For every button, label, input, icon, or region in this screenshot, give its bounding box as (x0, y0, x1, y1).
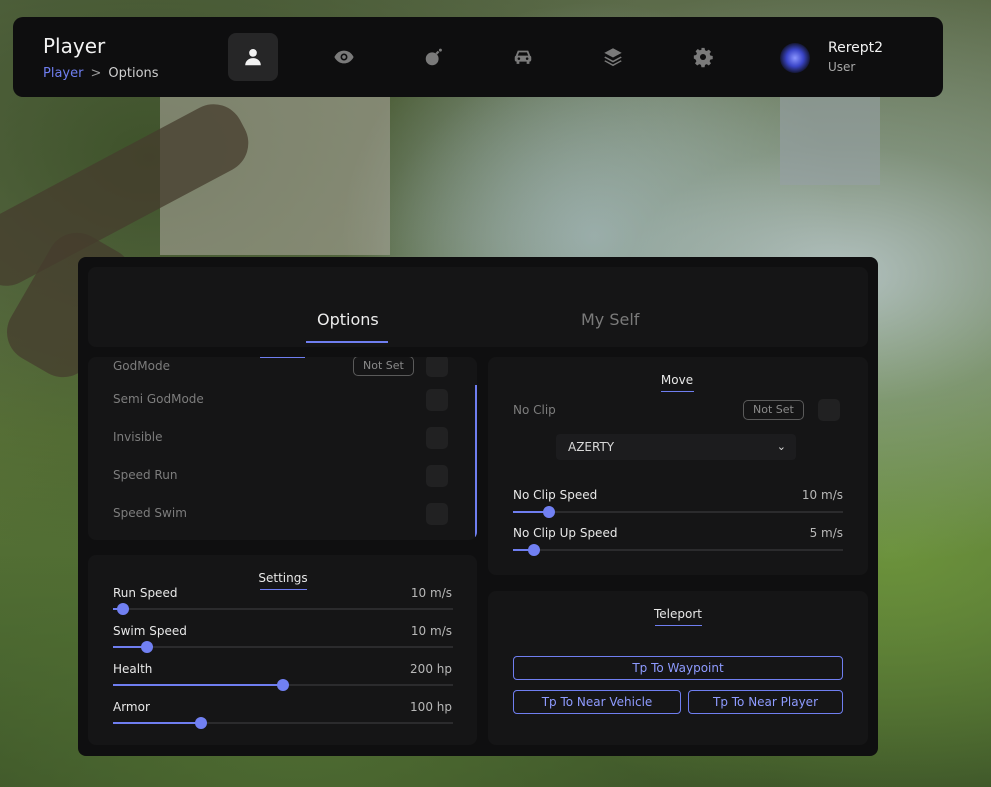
nav-player-button[interactable] (228, 33, 278, 81)
semi-godmode-label: Semi GodMode (113, 392, 204, 406)
noclip-label: No Clip (513, 403, 556, 417)
health-value: 200 hp (410, 662, 452, 676)
section-underline (655, 625, 702, 626)
tab-bar: Options My Self (88, 267, 868, 347)
noclip-keybind-badge[interactable]: Not Set (743, 400, 804, 420)
swim-speed-label: Swim Speed (113, 624, 187, 638)
tab-myself[interactable]: My Self (581, 310, 639, 329)
godmode-label: GodMode (113, 359, 170, 373)
slider-handle[interactable] (528, 544, 541, 556)
move-title: Move (660, 373, 694, 387)
speed-swim-checkbox[interactable] (426, 503, 448, 525)
semi-godmode-checkbox[interactable] (426, 389, 448, 411)
teleport-title: Teleport (654, 607, 702, 621)
tab-options[interactable]: Options (317, 310, 379, 329)
nav-weapon-button[interactable] (409, 33, 459, 81)
section-underline (260, 357, 305, 358)
noclip-speed-label: No Clip Speed (513, 488, 598, 502)
user-name: Rerept2 (828, 40, 884, 56)
scrollbar[interactable] (475, 385, 477, 537)
tp-near-vehicle-button[interactable]: Tp To Near Vehicle (513, 690, 681, 714)
tp-waypoint-button[interactable]: Tp To Waypoint (513, 656, 843, 680)
noclip-up-speed-value: 5 m/s (809, 526, 843, 540)
speed-run-checkbox[interactable] (426, 465, 448, 487)
chevron-down-icon: ⌄ (776, 440, 786, 453)
breadcrumb-player-link[interactable]: Player (43, 66, 83, 81)
slider-handle[interactable] (141, 641, 153, 653)
slider-handle[interactable] (117, 603, 130, 615)
noclip-up-speed-slider[interactable] (513, 544, 843, 556)
bomb-icon (425, 48, 442, 66)
section-underline (260, 589, 307, 590)
tp-near-player-button[interactable]: Tp To Near Player (688, 690, 843, 714)
nav-settings-button[interactable] (678, 33, 728, 81)
run-speed-value: 10 m/s (410, 586, 452, 600)
armor-label: Armor (113, 700, 150, 714)
health-label: Health (113, 662, 153, 676)
background-building (780, 95, 880, 185)
eye-icon (334, 50, 354, 64)
run-speed-slider[interactable] (113, 603, 453, 615)
nav-vehicle-button[interactable] (498, 33, 548, 81)
gear-icon (693, 47, 713, 68)
section-underline (661, 391, 694, 392)
swim-speed-value: 10 m/s (410, 624, 452, 638)
godmode-keybind-badge[interactable]: Not Set (353, 357, 414, 376)
slider-handle[interactable] (543, 506, 556, 518)
car-icon (514, 50, 532, 64)
nav-visual-button[interactable] (319, 33, 369, 81)
settings-card: Settings Run Speed 10 m/s Swim Speed 10 … (88, 555, 477, 745)
armor-slider[interactable] (113, 717, 453, 729)
active-tab-indicator (306, 341, 388, 343)
settings-title: Settings (258, 571, 308, 585)
swim-speed-slider[interactable] (113, 641, 453, 653)
godmode-checkbox[interactable] (426, 357, 448, 377)
slider-handle[interactable] (195, 717, 208, 729)
health-slider[interactable] (113, 679, 453, 691)
invisible-checkbox[interactable] (426, 427, 448, 449)
speed-swim-label: Speed Swim (113, 506, 187, 520)
keyboard-layout-value: AZERTY (568, 440, 615, 454)
user-icon (245, 49, 261, 66)
layers-icon (604, 48, 622, 67)
noclip-speed-value: 10 m/s (801, 488, 843, 502)
move-card: Move No Clip Not Set AZERTY ⌄ No Clip Sp… (488, 357, 868, 575)
teleport-card: Teleport Tp To Waypoint Tp To Near Vehic… (488, 591, 868, 745)
noclip-speed-slider[interactable] (513, 506, 843, 518)
keyboard-layout-select[interactable]: AZERTY ⌄ (556, 434, 796, 460)
godmode-card: GodMode Not Set Semi GodMode Invisible S… (88, 357, 477, 540)
invisible-label: Invisible (113, 430, 163, 444)
nav-misc-button[interactable] (588, 33, 638, 81)
armor-value: 100 hp (410, 700, 452, 714)
noclip-up-speed-label: No Clip Up Speed (513, 526, 618, 540)
top-bar: Player Player > Options Rerept2 User (13, 17, 943, 97)
breadcrumb: Player > Options (43, 66, 159, 81)
slider-handle[interactable] (277, 679, 289, 691)
page-title: Player (43, 34, 106, 58)
main-panel: Options My Self GodMode Not Set Semi God… (78, 257, 878, 756)
breadcrumb-current: Options (108, 66, 159, 81)
user-role: User (828, 60, 856, 74)
avatar[interactable] (780, 43, 810, 73)
breadcrumb-separator: > (90, 66, 102, 81)
noclip-checkbox[interactable] (818, 399, 840, 421)
speed-run-label: Speed Run (113, 468, 178, 482)
run-speed-label: Run Speed (113, 586, 178, 600)
